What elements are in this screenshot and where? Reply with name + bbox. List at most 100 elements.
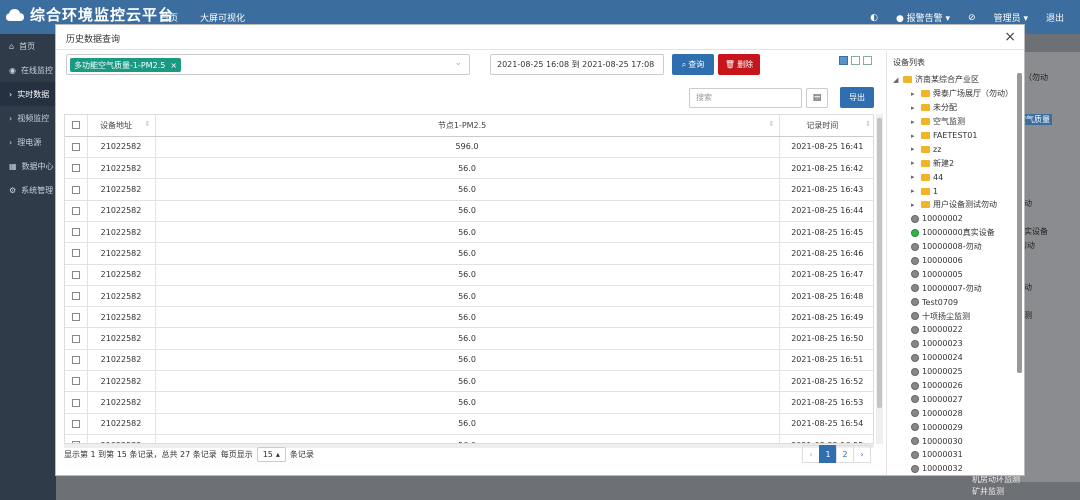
alarm-menu[interactable]: ● 报警告警 ▾ bbox=[896, 11, 950, 24]
table-row[interactable]: 21022582 56.0 2021-08-25 16:45 bbox=[65, 221, 873, 244]
row-checkbox[interactable] bbox=[65, 242, 87, 265]
prev-page-button[interactable]: ‹ bbox=[802, 445, 820, 463]
table-row[interactable]: 21022582 56.0 2021-08-25 16:54 bbox=[65, 413, 873, 435]
tree-folder[interactable]: ▸ 空气监测 bbox=[889, 115, 1023, 129]
tree-device[interactable]: 10000032 bbox=[889, 462, 1023, 475]
export-button[interactable]: 导出 bbox=[840, 87, 874, 108]
collapsed-icon[interactable]: ▸ bbox=[911, 187, 918, 195]
close-icon[interactable]: × bbox=[1004, 29, 1016, 45]
table-row[interactable]: 21022582 56.0 2021-08-25 16:44 bbox=[65, 200, 873, 222]
tree-device[interactable]: Test0709 bbox=[889, 295, 1023, 309]
page-size-select[interactable]: 15 ▴ bbox=[256, 447, 286, 462]
tag-remove-icon[interactable]: × bbox=[170, 61, 177, 70]
chart-view-icon[interactable] bbox=[851, 56, 860, 65]
row-checkbox[interactable] bbox=[65, 370, 87, 393]
tree-device[interactable]: 10000025 bbox=[889, 365, 1023, 379]
tree-device[interactable]: 10000027 bbox=[889, 392, 1023, 406]
table-row[interactable]: 21022582 56.0 2021-08-25 16:53 bbox=[65, 391, 873, 414]
table-row[interactable]: 21022582 56.0 2021-08-25 16:51 bbox=[65, 349, 873, 372]
row-checkbox[interactable] bbox=[65, 221, 87, 244]
sidebar-item-system[interactable]: ⚙ 系统管理 bbox=[0, 178, 56, 202]
tree-device[interactable]: 10000030 bbox=[889, 434, 1023, 448]
chevron-down-icon[interactable]: ⌄ bbox=[454, 58, 462, 68]
map-view-icon[interactable] bbox=[863, 56, 872, 65]
tree-folder[interactable]: ▸ zz bbox=[889, 142, 1023, 156]
tree-device[interactable]: 10000006 bbox=[889, 254, 1023, 268]
table-row[interactable]: 21022582 56.0 2021-08-25 16:46 bbox=[65, 242, 873, 265]
table-row[interactable]: 21022582 56.0 2021-08-25 16:47 bbox=[65, 264, 873, 286]
next-page-button[interactable]: › bbox=[853, 445, 871, 463]
table-view-icon[interactable] bbox=[839, 56, 848, 65]
table-row[interactable]: 21022582 56.0 2021-08-25 16:48 bbox=[65, 285, 873, 308]
row-checkbox[interactable] bbox=[65, 178, 87, 201]
row-checkbox[interactable] bbox=[65, 327, 87, 350]
date-range-input[interactable]: 2021-08-25 16:08 到 2021-08-25 17:08 bbox=[490, 54, 664, 75]
select-all-checkbox[interactable] bbox=[65, 115, 87, 137]
sensor-select[interactable]: 多功能空气质量-1-PM2.5 × ⌄ bbox=[66, 54, 470, 75]
table-row[interactable]: 21022582 56.0 2021-08-25 16:42 bbox=[65, 157, 873, 180]
tree-folder[interactable]: ▸ 44 bbox=[889, 170, 1023, 184]
sidebar-item-online[interactable]: ◉ 在线监控 bbox=[0, 58, 56, 82]
collapsed-icon[interactable]: ▸ bbox=[911, 90, 918, 98]
tree-device[interactable]: 10000029 bbox=[889, 420, 1023, 434]
tree-device[interactable]: 十项扬尘监测 bbox=[889, 309, 1023, 323]
search-input[interactable]: 搜索 bbox=[689, 88, 802, 108]
tree-device[interactable]: 10000026 bbox=[889, 379, 1023, 393]
collapsed-icon[interactable]: ▸ bbox=[911, 173, 918, 181]
row-checkbox[interactable] bbox=[65, 434, 87, 443]
sidebar-item-datacenter[interactable]: ▦ 数据中心 bbox=[0, 154, 56, 178]
tree-root[interactable]: ◢ 济南某综合产业区 bbox=[889, 73, 1023, 87]
tree-device[interactable]: 10000008-勿动 bbox=[889, 240, 1023, 254]
row-checkbox[interactable] bbox=[65, 136, 87, 159]
expand-icon[interactable]: ◢ bbox=[893, 76, 900, 84]
row-checkbox[interactable] bbox=[65, 200, 87, 222]
tree-device[interactable]: 10000024 bbox=[889, 351, 1023, 365]
table-scrollbar[interactable] bbox=[876, 114, 883, 444]
tree-folder[interactable]: ▸ 舜泰广场展厅（勿动） bbox=[889, 87, 1023, 101]
theme-icon[interactable]: ◐ bbox=[870, 13, 878, 23]
mute-icon[interactable]: ⊘ bbox=[968, 13, 976, 23]
column-header[interactable]: 记录时间 ⇕ bbox=[778, 115, 873, 137]
tree-device[interactable]: 10000028 bbox=[889, 406, 1023, 420]
collapsed-icon[interactable]: ▸ bbox=[911, 145, 918, 153]
admin-menu[interactable]: 管理员 ▾ bbox=[994, 11, 1028, 24]
collapsed-icon[interactable]: ▸ bbox=[911, 159, 918, 167]
sidebar-item-power[interactable]: › 理电源 bbox=[0, 130, 56, 154]
row-checkbox[interactable] bbox=[65, 264, 87, 286]
tree-scrollbar[interactable] bbox=[1017, 73, 1022, 373]
tree-folder[interactable]: ▸ 1 bbox=[889, 184, 1023, 198]
tree-folder[interactable]: ▸ 新建2 bbox=[889, 156, 1023, 170]
table-row[interactable]: 2102258256.02021-08-25 16:55 bbox=[65, 434, 873, 443]
calculator-button[interactable]: ▤ bbox=[806, 88, 828, 108]
delete-button[interactable]: 🗑 删除 bbox=[718, 54, 760, 75]
collapsed-icon[interactable]: ▸ bbox=[911, 201, 918, 209]
tree-folder[interactable]: ▸ 未分配 bbox=[889, 101, 1023, 115]
tree-device[interactable]: 10000002 bbox=[889, 212, 1023, 226]
tree-device[interactable]: 10000007-勿动 bbox=[889, 281, 1023, 295]
row-checkbox[interactable] bbox=[65, 349, 87, 372]
logout-link[interactable]: 退出 bbox=[1046, 11, 1064, 24]
row-checkbox[interactable] bbox=[65, 285, 87, 308]
collapsed-icon[interactable]: ▸ bbox=[911, 132, 918, 140]
table-row[interactable]: 21022582 56.0 2021-08-25 16:43 bbox=[65, 178, 873, 201]
query-button[interactable]: ⌕ 查询 bbox=[672, 54, 714, 75]
nav-home[interactable]: 首页 bbox=[160, 11, 178, 24]
table-row[interactable]: 21022582 56.0 2021-08-25 16:49 bbox=[65, 306, 873, 329]
page-2-button[interactable]: 2 bbox=[836, 445, 854, 463]
collapsed-icon[interactable]: ▸ bbox=[911, 118, 918, 126]
tree-device[interactable]: 10000023 bbox=[889, 337, 1023, 351]
nav-bigscreen[interactable]: 大屏可视化 bbox=[200, 11, 245, 24]
column-header[interactable]: 设备地址 ⇕ bbox=[86, 115, 155, 137]
tree-folder[interactable]: ▸ FAETEST01 bbox=[889, 129, 1023, 143]
row-checkbox[interactable] bbox=[65, 306, 87, 329]
table-row[interactable]: 21022582 56.0 2021-08-25 16:52 bbox=[65, 370, 873, 393]
sidebar-item-home[interactable]: ⌂ 首页 bbox=[0, 34, 56, 58]
sidebar-item-realtime[interactable]: › 实时数据 bbox=[0, 82, 56, 106]
sidebar-item-video[interactable]: › 视频监控 bbox=[0, 106, 56, 130]
row-checkbox[interactable] bbox=[65, 413, 87, 435]
tree-device[interactable]: 10000031 bbox=[889, 448, 1023, 462]
table-row[interactable]: 21022582 596.0 2021-08-25 16:41 bbox=[65, 136, 873, 159]
tree-device[interactable]: 10000000真实设备 bbox=[889, 226, 1023, 240]
table-row[interactable]: 21022582 56.0 2021-08-25 16:50 bbox=[65, 327, 873, 350]
tree-folder[interactable]: ▸ 用户设备测试勿动 bbox=[889, 198, 1023, 212]
